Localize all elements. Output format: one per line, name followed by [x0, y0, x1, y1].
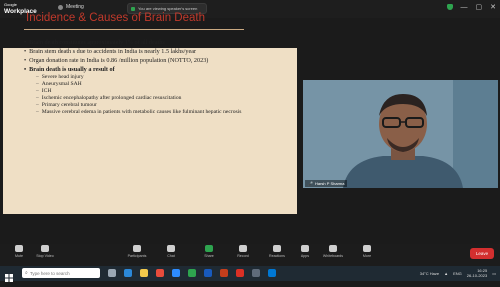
screen-share-text: You are viewing speaker's screen	[138, 6, 198, 11]
slide-title: Incidence & Causes of Brain Death	[26, 12, 205, 24]
record-icon	[239, 245, 247, 252]
chat-button[interactable]: Chat	[160, 245, 182, 258]
more-icon	[363, 245, 371, 252]
camera-icon	[41, 245, 49, 252]
word-icon[interactable]	[204, 269, 212, 277]
cause-item: – Primary cerebral tumour	[36, 102, 97, 108]
notification-icon[interactable]: ▭	[492, 271, 496, 276]
people-icon	[133, 245, 141, 252]
presenter-silhouette	[303, 80, 498, 188]
mail-icon[interactable]	[268, 269, 276, 277]
apps-button[interactable]: Apps	[294, 245, 316, 258]
presenter-video[interactable]	[303, 80, 498, 188]
search-input[interactable]	[29, 270, 98, 276]
zoom-icon[interactable]	[172, 269, 180, 277]
bullet-item: • Brain death is usually a result of	[24, 66, 115, 73]
minimize-icon[interactable]: —	[461, 4, 468, 11]
language-indicator[interactable]: ENG	[453, 271, 462, 276]
presenter-name-tag: 🎤 Harsh P Sharma	[305, 180, 348, 187]
share-button[interactable]: Share	[198, 245, 220, 258]
leave-button[interactable]: Leave	[470, 248, 494, 259]
apps-icon	[301, 245, 309, 252]
system-tray: 34°C Haze ▲ ENG 16:25 26-10-2023 ▭	[420, 268, 496, 278]
bullet-item: • Brain death constitutes approximately 1…	[24, 39, 165, 46]
cause-item: – Aneurysmal SAH	[36, 81, 82, 87]
slide-bullet-list: • Brain death constitutes approximately 1…	[24, 38, 286, 116]
cause-item: – Massive cerebral edema in patients with…	[36, 109, 242, 115]
security-icon[interactable]	[446, 4, 453, 10]
smile-icon	[273, 245, 281, 252]
weather-text[interactable]: 34°C Haze	[420, 271, 439, 276]
participants-button[interactable]: Participants	[126, 245, 148, 258]
bullet-item: • Brain stem death s due to accidents in …	[24, 48, 197, 55]
excel-icon[interactable]	[188, 269, 196, 277]
taskbar-search[interactable]: ⌕	[22, 268, 100, 278]
cause-item: – Ischemic encephalopathy after prolonged…	[36, 95, 182, 101]
close-icon[interactable]: ✕	[490, 3, 496, 11]
video-button[interactable]: Stop Video	[34, 245, 56, 258]
bullet-item: • Organ donation rate in India is 0.86 /m…	[24, 57, 209, 64]
meeting-tab-label: Meeting	[66, 4, 84, 10]
meeting-tab[interactable]: Meeting	[58, 4, 84, 10]
more-button[interactable]: More	[356, 245, 378, 258]
title-divider	[24, 29, 244, 30]
chrome-icon[interactable]	[156, 269, 164, 277]
microphone-icon	[15, 245, 23, 252]
whiteboard-icon	[329, 245, 337, 252]
share-screen-icon	[205, 245, 213, 252]
app-icon[interactable]	[252, 269, 260, 277]
windows-start-icon[interactable]	[5, 269, 13, 282]
network-icon[interactable]: ▲	[444, 271, 448, 276]
pdf-icon[interactable]	[236, 269, 244, 277]
cause-item: – Severe head injury	[36, 74, 84, 80]
window-controls: — ▢ ✕	[446, 3, 496, 11]
mute-button[interactable]: Mute	[8, 245, 30, 258]
maximize-icon[interactable]: ▢	[476, 3, 483, 11]
search-icon: ⌕	[25, 270, 28, 276]
edge-icon[interactable]	[124, 269, 132, 277]
chat-icon	[167, 245, 175, 252]
whiteboards-button[interactable]: Whiteboards	[322, 245, 344, 258]
shield-icon	[131, 6, 135, 11]
clock[interactable]: 16:25 26-10-2023	[467, 268, 487, 278]
reactions-button[interactable]: Reactions	[266, 245, 288, 258]
cause-item: – ICH	[36, 88, 52, 94]
mic-icon: 🎤	[308, 181, 313, 186]
file-explorer-icon[interactable]	[140, 269, 148, 277]
record-button[interactable]: Record	[232, 245, 254, 258]
meeting-icon	[58, 4, 63, 10]
task-view-icon[interactable]	[108, 269, 116, 277]
powerpoint-icon[interactable]	[220, 269, 228, 277]
presenter-name: Harsh P Sharma	[314, 181, 345, 186]
